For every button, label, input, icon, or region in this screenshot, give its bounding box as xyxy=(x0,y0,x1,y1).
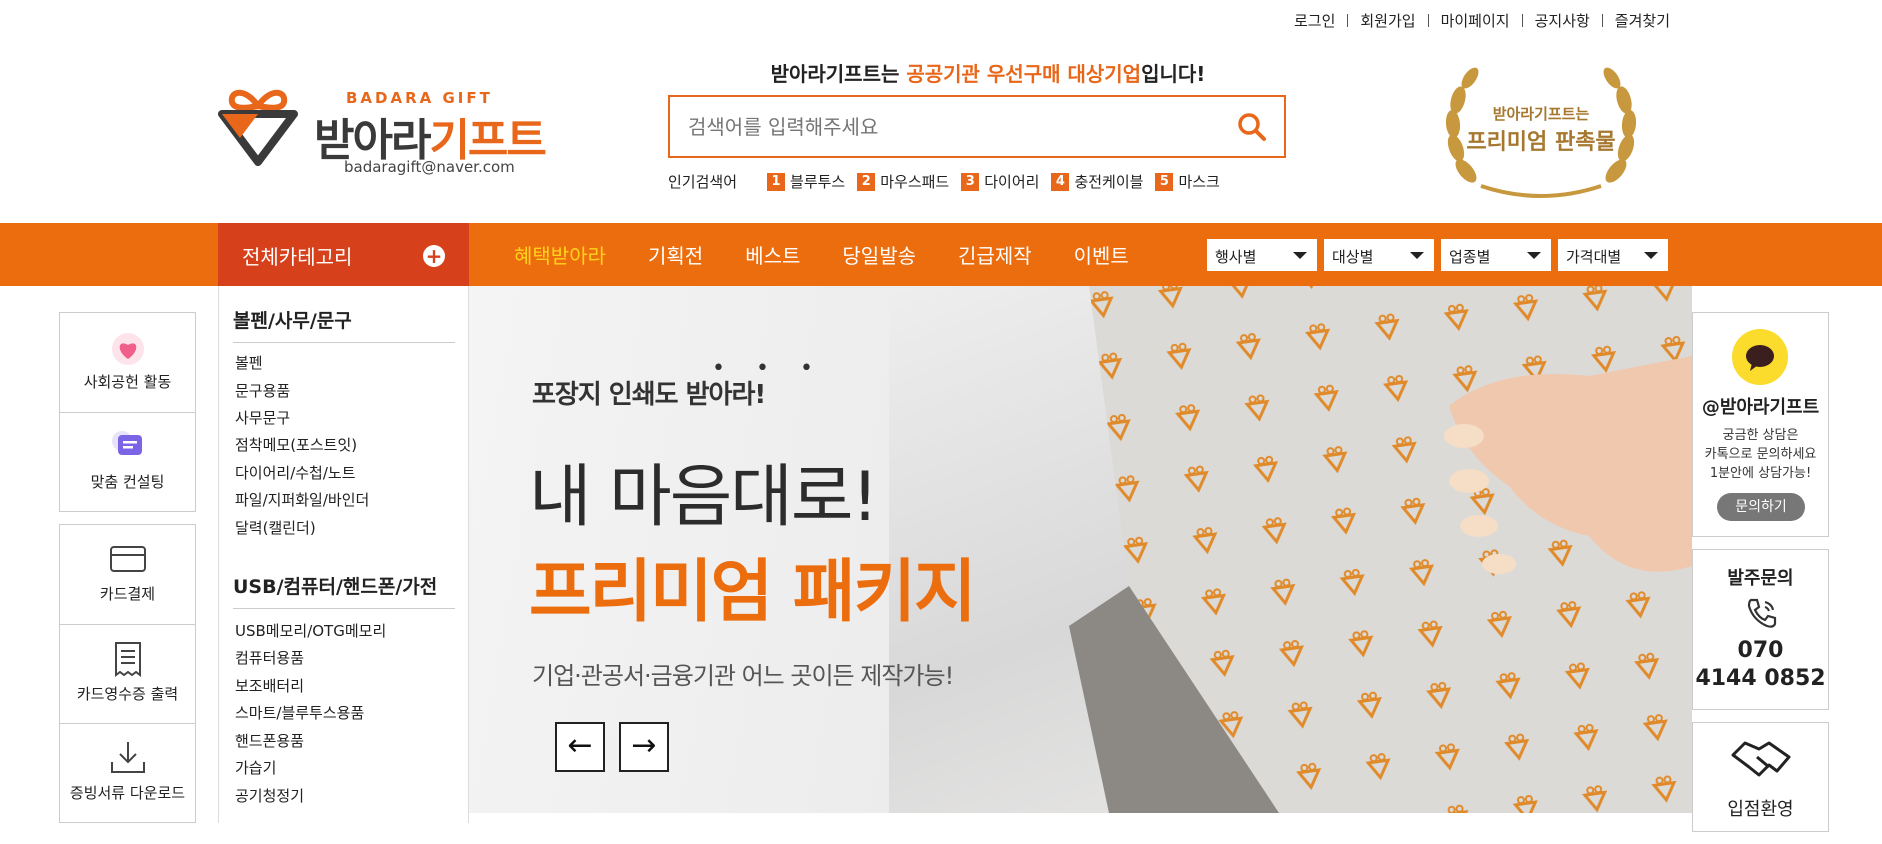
banner-description: 기업·관공서·금융기관 어느 곳이든 제작가능! xyxy=(532,662,954,690)
category-item[interactable]: 핸드폰용품 xyxy=(235,730,304,751)
card-icon xyxy=(110,546,146,572)
nav-item-special[interactable]: 기획전 xyxy=(648,240,703,269)
mypage-link[interactable]: 마이페이지 xyxy=(1441,10,1510,31)
wrapping-paper-image xyxy=(1069,286,1692,813)
chevron-down-icon xyxy=(1293,252,1307,259)
chevron-down-icon xyxy=(1410,252,1424,259)
quick-consulting[interactable]: 맞춤 컨설팅 xyxy=(60,412,195,511)
banner-title-line2: 프리미엄 패키지 xyxy=(529,553,977,632)
banner-next-button[interactable]: → xyxy=(619,722,669,772)
kakao-talk-icon xyxy=(1732,329,1788,385)
category-item[interactable]: 문구용품 xyxy=(235,380,290,401)
category-heading[interactable]: 볼펜/사무/문구 xyxy=(233,306,455,343)
nav-item-event[interactable]: 이벤트 xyxy=(1074,240,1129,269)
quick-social-contribution[interactable]: 사회공헌 활동 xyxy=(60,313,195,412)
signup-link[interactable]: 회원가입 xyxy=(1360,10,1415,31)
divider xyxy=(1601,14,1603,27)
popular-keyword[interactable]: 3 다이어리 xyxy=(961,171,1039,192)
category-panel: 볼펜/사무/문구 볼펜 문구용품 사무문구 점착메모(포스트잇) 다이어리/수첩… xyxy=(218,286,469,823)
popular-keyword[interactable]: 1 블루투스 xyxy=(767,171,845,192)
phone-icon xyxy=(1747,598,1777,628)
tagline: 받아라기프트는 공공기관 우선구매 대상기업입니다! xyxy=(770,62,1206,86)
chat-icon xyxy=(112,431,142,455)
quick-menu-group: 카드결제 카드영수증 출력 증빙서류 다운로드 xyxy=(59,524,196,823)
filter-selects: 행사별 대상별 업종별 가격대별 xyxy=(1207,239,1675,271)
category-item[interactable]: 달력(캘린더) xyxy=(235,517,316,538)
receipt-icon xyxy=(115,642,141,677)
category-item[interactable]: USB메모리/OTG메모리 xyxy=(235,620,386,641)
popular-keyword[interactable]: 2 마우스패드 xyxy=(857,171,949,192)
banner-prev-button[interactable]: ← xyxy=(555,722,605,772)
gift-logo-icon xyxy=(218,89,298,166)
category-heading[interactable]: USB/컴퓨터/핸드폰/가전 xyxy=(233,572,455,609)
quick-menu-group: 사회공헌 활동 맞춤 컨설팅 xyxy=(59,312,196,512)
category-item[interactable]: 스마트/블루투스용품 xyxy=(235,702,364,723)
category-item[interactable]: 볼펜 xyxy=(235,352,263,373)
kakao-title: @받아라기프트 xyxy=(1701,397,1820,418)
order-inquiry-box: 발주문의 070 4144 0852 xyxy=(1692,549,1829,710)
quick-document-download[interactable]: 증빙서류 다운로드 xyxy=(60,723,195,822)
popular-label: 인기검색어 xyxy=(668,173,738,191)
category-item[interactable]: 파일/지퍼화일/바인더 xyxy=(235,489,369,510)
search-icon[interactable] xyxy=(1236,111,1268,143)
notice-link[interactable]: 공지사항 xyxy=(1535,10,1590,31)
filter-by-event[interactable]: 행사별 xyxy=(1207,239,1317,271)
quick-card-receipt[interactable]: 카드영수증 출력 xyxy=(60,624,195,723)
logo-email: badaragift@naver.com xyxy=(344,158,515,176)
right-quick-menu: @받아라기프트 궁금한 상담은 카톡으로 문의하세요 1분안에 상담가능! 문의… xyxy=(1692,312,1829,844)
all-category-button[interactable]: 전체카테고리 + xyxy=(218,223,469,286)
phone-number-line1[interactable]: 070 xyxy=(1693,638,1828,663)
quick-card-payment[interactable]: 카드결제 xyxy=(60,525,195,624)
category-item[interactable]: 사무문구 xyxy=(235,407,290,428)
popular-keyword[interactable]: 4 충전케이블 xyxy=(1051,171,1143,192)
award-line1: 받아라기프트는 xyxy=(1492,105,1590,123)
award-badge: 받아라기프트는 프리미엄 판촉물 xyxy=(1436,66,1646,198)
search-input[interactable] xyxy=(688,109,1208,145)
nav-item-benefit[interactable]: 혜택받아라 xyxy=(514,240,606,269)
main-banner[interactable]: • • • 포장지 인쇄도 받아라! 내 마음대로! 프리미엄 패키지 기업·관… xyxy=(469,286,1692,813)
kakao-consult-box: @받아라기프트 궁금한 상담은 카톡으로 문의하세요 1분안에 상담가능! 문의… xyxy=(1692,312,1829,537)
nav-item-urgent[interactable]: 긴급제작 xyxy=(958,240,1032,269)
filter-by-target[interactable]: 대상별 xyxy=(1324,239,1434,271)
search-box xyxy=(668,95,1286,158)
category-item[interactable]: 다이어리/수첩/노트 xyxy=(235,462,356,483)
partner-welcome-title: 입점환영 xyxy=(1727,799,1794,820)
divider xyxy=(1347,14,1349,27)
nav-item-best[interactable]: 베스트 xyxy=(745,240,800,269)
top-links: 로그인 회원가입 마이페이지 공지사항 즐겨찾기 xyxy=(1250,10,1670,31)
filter-by-price[interactable]: 가격대별 xyxy=(1558,239,1668,271)
site-logo[interactable]: BADARA GIFT 받아라기프트 badaragift@naver.com xyxy=(218,82,558,182)
download-icon xyxy=(111,742,145,773)
award-line2: 프리미엄 판촉물 xyxy=(1466,130,1616,155)
banner-title-line1: 내 마음대로! xyxy=(529,458,879,537)
filter-by-industry[interactable]: 업종별 xyxy=(1441,239,1551,271)
plus-icon: + xyxy=(423,245,445,267)
all-category-label: 전체카테고리 xyxy=(242,245,353,269)
order-inquiry-title: 발주문의 xyxy=(1727,568,1794,589)
heart-icon xyxy=(112,333,144,365)
banner-subtitle: 포장지 인쇄도 받아라! xyxy=(532,380,766,410)
popular-keyword[interactable]: 5 마스크 xyxy=(1155,171,1220,192)
login-link[interactable]: 로그인 xyxy=(1294,10,1335,31)
divider xyxy=(1427,14,1429,27)
partner-welcome-box[interactable]: 입점환영 xyxy=(1692,722,1829,832)
chevron-down-icon xyxy=(1527,252,1541,259)
category-item[interactable]: 점착메모(포스트잇) xyxy=(235,434,357,455)
divider xyxy=(1521,14,1523,27)
nav-item-same-day[interactable]: 당일발송 xyxy=(842,240,916,269)
nav-menu: 혜택받아라 기획전 베스트 당일발송 긴급제작 이벤트 xyxy=(514,223,1171,286)
popular-keywords: 인기검색어 1 블루투스 2 마우스패드 3 다이어리 4 충전케이블 5 마스크 xyxy=(668,171,1232,192)
phone-number-line2[interactable]: 4144 0852 xyxy=(1693,666,1828,691)
category-item[interactable]: 가습기 xyxy=(235,757,276,778)
kakao-description: 궁금한 상담은 카톡으로 문의하세요 1분안에 상담가능! xyxy=(1704,428,1817,481)
bookmark-link[interactable]: 즐겨찾기 xyxy=(1615,10,1670,31)
kakao-inquiry-button[interactable]: 문의하기 xyxy=(1717,493,1805,521)
category-item[interactable]: 컴퓨터용품 xyxy=(235,647,304,668)
category-item[interactable]: 공기청정기 xyxy=(235,785,304,806)
handshake-icon xyxy=(1731,741,1791,777)
chevron-down-icon xyxy=(1644,252,1658,259)
category-item[interactable]: 보조배터리 xyxy=(235,675,304,696)
left-quick-menu: 사회공헌 활동 맞춤 컨설팅 카드결제 카드영수증 출력 증빙서류 다운로드 xyxy=(59,312,196,823)
